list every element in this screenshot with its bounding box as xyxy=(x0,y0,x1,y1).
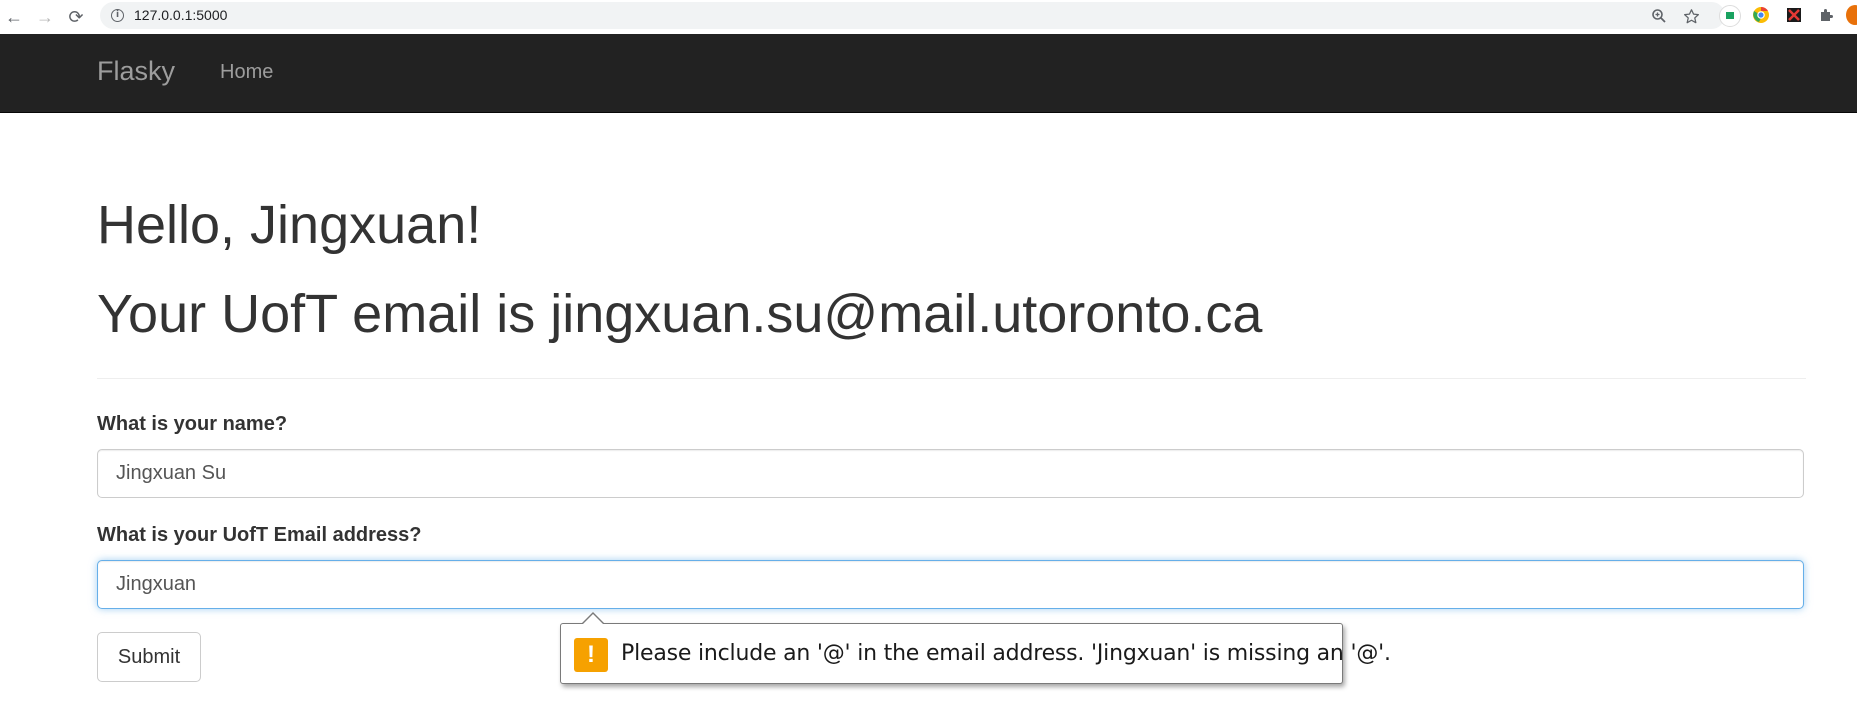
profile-avatar-icon[interactable] xyxy=(1846,5,1857,25)
reload-button[interactable]: ⟳ xyxy=(64,5,88,29)
name-field-label: What is your name? xyxy=(97,413,288,435)
warning-icon: ! xyxy=(574,638,608,672)
back-arrow-icon: ← xyxy=(5,6,23,27)
submit-button[interactable]: Submit xyxy=(97,632,201,682)
validation-tooltip: ! Please include an '@' in the email add… xyxy=(560,612,1391,684)
email-input[interactable] xyxy=(97,560,1804,609)
bookmark-star-icon[interactable] xyxy=(1680,5,1702,27)
greeting-heading: Hello, Jingxuan! xyxy=(97,195,482,255)
extension-chrome-icon[interactable] xyxy=(1751,5,1771,25)
email-heading: Your UofT email is jingxuan.su@mail.utor… xyxy=(97,284,1263,344)
top-navbar: Flasky Home xyxy=(0,34,1857,113)
address-url: 127.0.0.1:5000 xyxy=(134,7,228,23)
back-button[interactable]: ← xyxy=(2,5,26,29)
extensions-puzzle-icon[interactable] xyxy=(1816,5,1836,25)
navbar-brand[interactable]: Flasky xyxy=(97,56,175,87)
extension-flag-icon[interactable] xyxy=(1719,5,1741,27)
nav-link-home[interactable]: Home xyxy=(220,61,273,84)
site-info-icon[interactable]: i xyxy=(111,9,124,22)
address-bar[interactable]: i 127.0.0.1:5000 xyxy=(100,2,1725,29)
validation-message: Please include an '@' in the email addre… xyxy=(621,641,1391,666)
extension-x-icon[interactable] xyxy=(1784,5,1804,25)
header-divider xyxy=(97,378,1806,379)
name-input[interactable] xyxy=(97,449,1804,498)
email-field-label: What is your UofT Email address? xyxy=(97,524,422,546)
zoom-icon[interactable] xyxy=(1648,5,1670,27)
reload-icon: ⟳ xyxy=(68,6,84,27)
browser-toolbar: ← → ⟳ i 127.0.0.1:5000 xyxy=(0,0,1857,35)
forward-button[interactable]: → xyxy=(33,5,57,29)
forward-arrow-icon: → xyxy=(36,6,54,27)
